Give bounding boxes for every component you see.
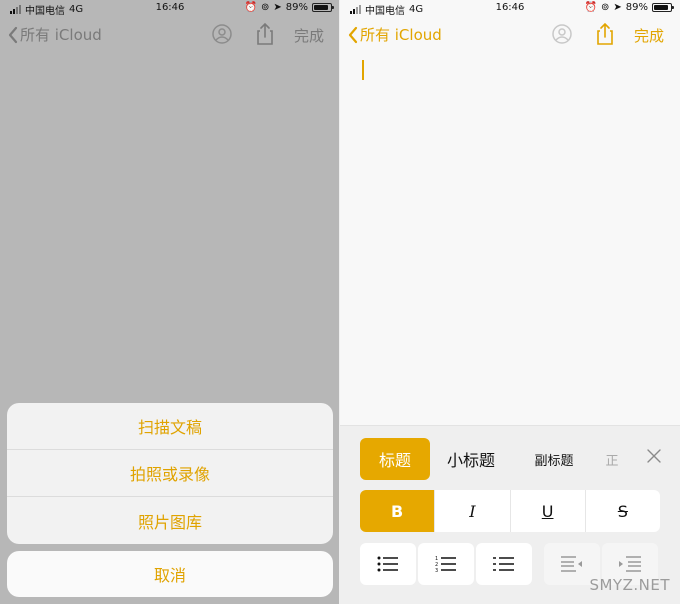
location-icon: ➤ xyxy=(273,2,282,13)
battery-icon xyxy=(312,3,334,12)
text-format-row: B I U S xyxy=(360,490,660,532)
cancel-button[interactable]: 取消 xyxy=(7,551,333,597)
battery-icon xyxy=(652,3,674,12)
back-button[interactable]: 所有 iCloud xyxy=(8,24,102,45)
strikethrough-button[interactable]: S xyxy=(586,490,660,532)
bulleted-list-button[interactable] xyxy=(360,543,416,585)
share-icon[interactable] xyxy=(255,22,275,50)
navigation-bar: 所有 iCloud 完成 xyxy=(0,20,340,48)
close-icon[interactable] xyxy=(646,448,662,468)
numbered-list-button[interactable]: 123 xyxy=(418,543,474,585)
orientation-lock-icon: ⊚ xyxy=(260,2,270,13)
outdent-icon xyxy=(561,556,582,572)
status-icons: ⏰ ⊚ ➤ 89% xyxy=(244,2,334,13)
style-title-button[interactable]: 标题 xyxy=(360,438,430,480)
back-label: 所有 iCloud xyxy=(360,26,442,44)
style-subheading-button[interactable]: 副标题 xyxy=(520,438,588,480)
location-icon: ➤ xyxy=(613,2,622,13)
battery-percent: 89% xyxy=(285,2,308,13)
bold-button[interactable]: B xyxy=(360,490,436,532)
navigation-bar: 所有 iCloud 完成 xyxy=(340,20,680,48)
chevron-left-icon xyxy=(8,26,18,43)
numbered-list-icon: 123 xyxy=(435,556,456,573)
svg-text:3: 3 xyxy=(435,568,438,573)
text-cursor xyxy=(362,60,364,80)
right-screen: 中国电信 4G 16:46 ⏰ ⊚ ➤ 89% 所有 iCloud 完成 标题 … xyxy=(340,0,680,604)
style-body-button[interactable]: 正 xyxy=(602,438,622,480)
photo-library-option[interactable]: 照片图库 xyxy=(7,497,333,544)
add-people-icon[interactable] xyxy=(550,24,574,48)
status-bar: 中国电信 4G 16:46 ⏰ ⊚ ➤ 89% xyxy=(340,0,680,17)
add-people-icon[interactable] xyxy=(210,24,234,48)
paragraph-styles-row: 标题 小标题 副标题 正 xyxy=(340,438,680,480)
take-photo-video-option[interactable]: 拍照或录像 xyxy=(7,450,333,497)
alarm-icon: ⏰ xyxy=(244,2,257,13)
dashed-list-icon xyxy=(493,557,514,571)
status-bar: 中国电信 4G 16:46 ⏰ ⊚ ➤ 89% xyxy=(0,0,340,17)
status-icons: ⏰ ⊚ ➤ 89% xyxy=(584,2,674,13)
underline-label: U xyxy=(541,501,554,521)
indent-icon xyxy=(619,556,641,572)
left-screen: 中国电信 4G 16:46 ⏰ ⊚ ➤ 89% 所有 iCloud 完成 扫描文… xyxy=(0,0,340,604)
orientation-lock-icon: ⊚ xyxy=(600,2,610,13)
bulleted-list-icon xyxy=(377,556,398,572)
done-button[interactable]: 完成 xyxy=(634,25,664,46)
share-icon[interactable] xyxy=(595,22,615,50)
battery-percent: 89% xyxy=(625,2,648,13)
style-heading-button[interactable]: 小标题 xyxy=(438,438,504,480)
back-label: 所有 iCloud xyxy=(20,26,102,44)
underline-button[interactable]: U xyxy=(511,490,586,532)
strikethrough-label: S xyxy=(617,501,628,521)
action-sheet: 扫描文稿 拍照或录像 照片图库 xyxy=(7,403,333,544)
alarm-icon: ⏰ xyxy=(584,2,597,13)
dashed-list-button[interactable] xyxy=(476,543,532,585)
done-button[interactable]: 完成 xyxy=(294,25,324,46)
scan-documents-option[interactable]: 扫描文稿 xyxy=(7,403,333,450)
watermark: SMYZ.NET xyxy=(589,576,670,594)
italic-button[interactable]: I xyxy=(435,490,511,532)
back-button[interactable]: 所有 iCloud xyxy=(348,24,442,45)
chevron-left-icon xyxy=(348,26,358,43)
